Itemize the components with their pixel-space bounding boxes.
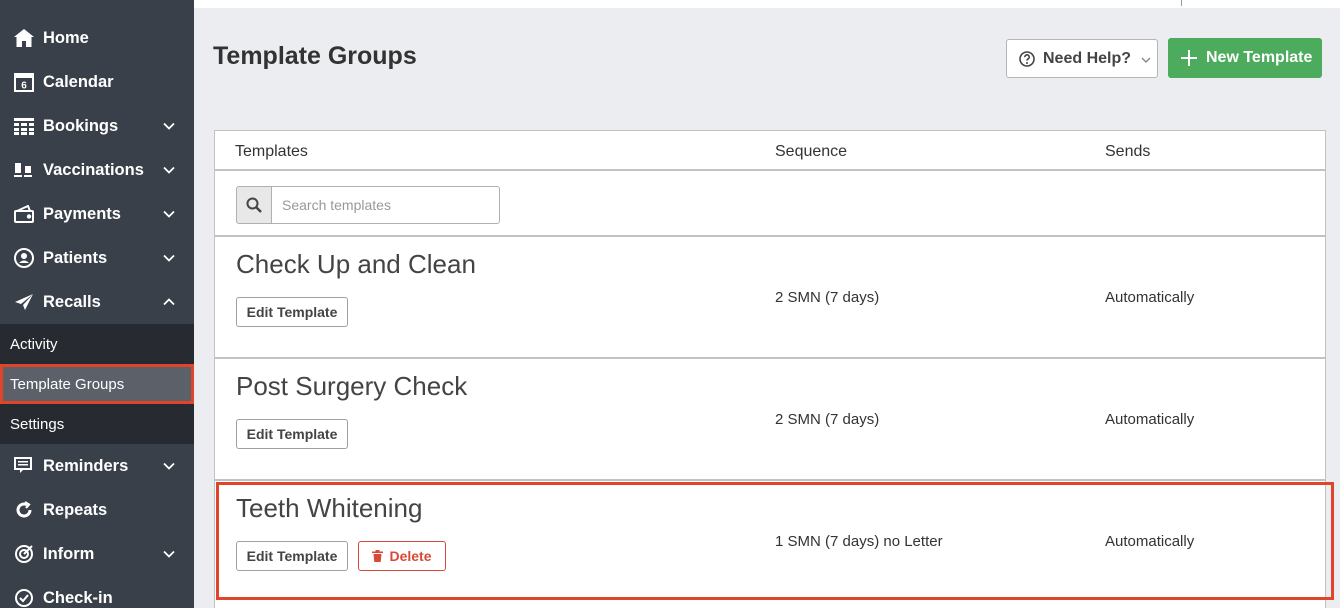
sidebar-item-vaccinations[interactable]: Vaccinations — [0, 148, 194, 192]
search-icon — [246, 197, 262, 213]
sidebar-item-bookings[interactable]: Bookings — [0, 104, 194, 148]
question-circle-icon — [1019, 51, 1035, 67]
table-row: Post Surgery Check Edit Template 2 SMN (… — [215, 359, 1325, 481]
chevron-down-icon — [1141, 57, 1151, 63]
sequence-value: 1 SMN (7 days) no Letter — [775, 533, 943, 550]
column-header-sends: Sends — [1105, 143, 1151, 160]
sidebar-item-home[interactable]: Home — [0, 16, 194, 60]
submenu-item-settings[interactable]: Settings — [0, 404, 194, 444]
delete-template-button[interactable]: Delete — [358, 541, 446, 571]
chevron-down-icon — [163, 462, 175, 470]
sidebar-item-payments[interactable]: Payments — [0, 192, 194, 236]
delete-label: Delete — [389, 548, 432, 564]
sidebar-item-label: Inform — [43, 544, 95, 563]
submenu-item-label: Template Groups — [10, 375, 125, 393]
sends-value: Automatically — [1105, 411, 1195, 428]
sidebar: Home 6 Calendar Bookings Vaccinations Pa… — [0, 0, 194, 608]
edit-template-button[interactable]: Edit Template — [236, 419, 348, 449]
template-name: Check Up and Clean — [236, 249, 476, 279]
sidebar-item-label: Patients — [43, 248, 108, 267]
search-input[interactable] — [271, 186, 500, 224]
svg-text:6: 6 — [21, 80, 27, 91]
chevron-down-icon — [163, 210, 175, 218]
sidebar-item-inform[interactable]: Inform — [0, 532, 194, 576]
wallet-icon — [13, 203, 35, 225]
sends-value: Automatically — [1105, 289, 1195, 306]
search-button[interactable] — [236, 186, 272, 224]
sidebar-item-label: Repeats — [43, 500, 108, 519]
trash-icon — [372, 550, 384, 562]
column-header-templates: Templates — [235, 143, 308, 160]
table-header: Templates Sequence Sends — [215, 131, 1325, 171]
sidebar-item-label: Calendar — [43, 72, 114, 91]
top-bar — [194, 0, 1340, 8]
sidebar-item-label: Reminders — [43, 456, 129, 475]
need-help-dropdown[interactable]: Need Help? — [1006, 39, 1158, 78]
top-bar-divider — [1181, 0, 1182, 6]
template-name: Teeth Whitening — [236, 493, 423, 523]
submenu-item-label: Activity — [10, 335, 58, 353]
vials-icon — [13, 159, 35, 181]
sidebar-item-label: Vaccinations — [43, 160, 144, 179]
new-template-label: New Template — [1206, 49, 1313, 66]
sidebar-item-patients[interactable]: Patients — [0, 236, 194, 280]
recalls-submenu: Activity Template Groups Settings — [0, 324, 194, 444]
search-row — [215, 171, 1325, 237]
sidebar-item-repeats[interactable]: Repeats — [0, 488, 194, 532]
new-template-button[interactable]: New Template — [1168, 38, 1322, 78]
sidebar-item-label: Recalls — [43, 292, 101, 311]
edit-template-button[interactable]: Edit Template — [236, 297, 348, 327]
chevron-down-icon — [163, 122, 175, 130]
chat-icon — [13, 455, 35, 477]
plus-icon — [1181, 50, 1197, 66]
refresh-icon — [13, 499, 35, 521]
calendar-icon: 6 — [13, 71, 35, 93]
chevron-down-icon — [163, 166, 175, 174]
submenu-item-activity[interactable]: Activity — [0, 324, 194, 364]
sidebar-item-label: Home — [43, 28, 89, 47]
sidebar-item-label: Payments — [43, 204, 121, 223]
table-row: Teeth Whitening Edit Template Delete 1 S… — [215, 481, 1325, 603]
edit-template-button[interactable]: Edit Template — [236, 541, 348, 571]
target-icon — [13, 543, 35, 565]
sidebar-item-recalls[interactable]: Recalls — [0, 280, 194, 324]
submenu-item-template-groups[interactable]: Template Groups — [0, 364, 194, 404]
templates-table: Templates Sequence Sends Check Up and Cl… — [214, 130, 1326, 608]
sidebar-item-label: Bookings — [43, 116, 119, 135]
template-name: Post Surgery Check — [236, 371, 468, 401]
sidebar-item-check-in[interactable]: Check-in — [0, 576, 194, 608]
sidebar-item-reminders[interactable]: Reminders — [0, 444, 194, 488]
sequence-value: 2 SMN (7 days) — [775, 411, 880, 428]
check-circle-icon — [13, 587, 35, 608]
sequence-value: 2 SMN (7 days) — [775, 289, 880, 306]
sidebar-item-calendar[interactable]: 6 Calendar — [0, 60, 194, 104]
need-help-label: Need Help? — [1043, 49, 1132, 67]
sends-value: Automatically — [1105, 533, 1195, 550]
sidebar-item-label: Check-in — [43, 588, 113, 607]
column-header-sequence: Sequence — [775, 143, 848, 160]
home-icon — [13, 27, 35, 49]
page-title: Template Groups — [213, 42, 417, 70]
paper-plane-icon — [13, 291, 35, 313]
table-row: Check Up and Clean Edit Template 2 SMN (… — [215, 237, 1325, 359]
user-circle-icon — [13, 247, 35, 269]
grid-icon — [13, 115, 35, 137]
submenu-item-label: Settings — [10, 415, 65, 433]
chevron-down-icon — [163, 254, 175, 262]
chevron-up-icon — [163, 298, 175, 306]
chevron-down-icon — [163, 550, 175, 558]
